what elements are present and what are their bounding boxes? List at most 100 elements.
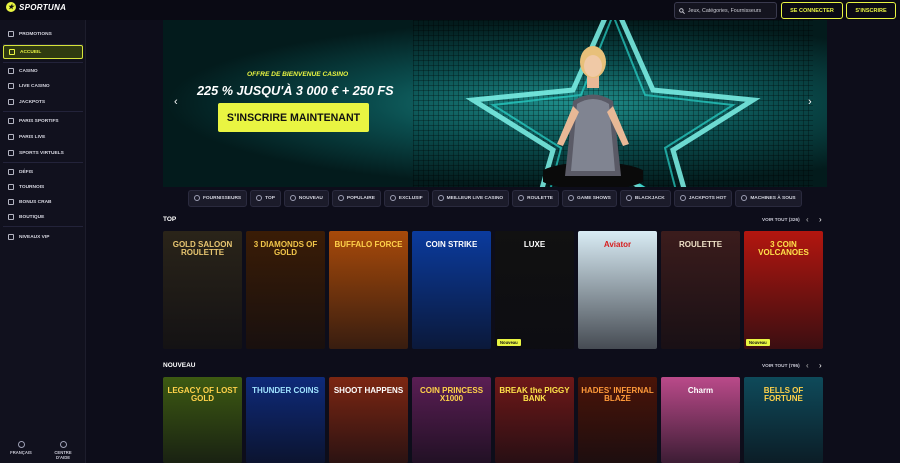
game-title: ROULETTE (678, 240, 723, 249)
diamond-icon (389, 195, 396, 201)
game-card[interactable]: COIN PRINCESS X1000 (412, 377, 491, 463)
tab-fournisseurs[interactable]: FOURNISSEURS (188, 189, 248, 207)
sidebar-item-jackpots[interactable]: JACKPOTS (3, 95, 83, 109)
tab-nouveau[interactable]: NOUVEAU (283, 189, 329, 207)
game-title: Aviator (603, 240, 632, 249)
game-card[interactable]: 3 COIN VOLCANOES Nouveau (744, 231, 823, 349)
sidebar-item-sports-virtuels[interactable]: SPORTS VIRTUELS (3, 146, 83, 160)
category-tabs: FOURNISSEURS TOP NOUVEAU POPULAIRE EXCLU… (163, 186, 827, 210)
banner-subtitle: OFFRE DE BIENVENUE CASINO (247, 71, 349, 78)
tab-meilleur-live-casino[interactable]: MEILLEUR LIVE CASINO (431, 189, 510, 207)
crab-icon (8, 199, 14, 205)
top-icon (256, 195, 263, 201)
login-button[interactable]: SE CONNECTER (781, 2, 843, 19)
cards-icon (625, 195, 632, 201)
sidebar-item-casino[interactable]: CASINO (3, 64, 83, 78)
home-icon (9, 49, 15, 55)
tab-machines-a-sous[interactable]: MACHINES À SOUS (735, 189, 802, 207)
sidebar-item-defis[interactable]: DÉFIS (3, 165, 83, 179)
jackpot-icon (679, 195, 686, 201)
providers-icon (194, 195, 200, 201)
tab-game-shows[interactable]: GAME SHOWS (562, 189, 617, 207)
game-card[interactable]: BUFFALO FORCE (329, 231, 408, 349)
tab-top[interactable]: TOP (250, 189, 281, 207)
sidebar-divider (3, 226, 83, 227)
shop-icon (8, 214, 14, 220)
game-title: LEGACY OF LOST GOLD (167, 386, 238, 404)
gift-icon (8, 31, 14, 37)
tab-roulette[interactable]: ROULETTE (512, 189, 559, 207)
live-bets-icon (8, 134, 14, 140)
game-card[interactable]: 3 DIAMONDS OF GOLD (246, 231, 325, 349)
new-icon (289, 195, 296, 201)
game-card[interactable]: BREAK the PIGGY BANK (495, 377, 574, 463)
scroll-right-icon[interactable]: › (819, 215, 822, 224)
sidebar-item-niveaux-vip[interactable]: NIVEAUX VIP (3, 230, 83, 244)
tab-populaire[interactable]: POPULAIRE (331, 189, 381, 207)
game-card[interactable]: BELLS OF FORTUNE (744, 377, 823, 463)
tab-jackpots-hot[interactable]: JACKPOTS HOT (673, 189, 733, 207)
sidebar-divider (3, 62, 83, 63)
section-top-header: TOP VOIR TOUT (326) ‹ › (163, 215, 827, 228)
sidebar-item-paris-sportifs[interactable]: PARIS SPORTIFS (3, 114, 83, 128)
game-card[interactable]: Aviator (578, 231, 657, 349)
sidebar-item-tournois[interactable]: TOURNOIS (3, 180, 83, 194)
challenge-icon (8, 169, 14, 175)
jackpot-icon (8, 99, 14, 105)
game-card[interactable]: LEGACY OF LOST GOLD (163, 377, 242, 463)
slot-icon (741, 195, 748, 201)
sidebar-item-bonus-crab[interactable]: BONUS CRAB (3, 195, 83, 209)
game-title: THUNDER COINS (252, 386, 319, 395)
logo-icon: ★ (6, 2, 16, 12)
game-card[interactable]: COIN STRIKE (412, 231, 491, 349)
section-title: NOUVEAU (163, 362, 196, 369)
sidebar-item-boutique[interactable]: BOUTIQUE (3, 210, 83, 224)
scroll-left-icon[interactable]: ‹ (806, 215, 809, 224)
live-icon (437, 195, 444, 201)
language-selector[interactable]: FRANÇAIS (6, 441, 36, 455)
signup-button[interactable]: S'INSCRIRE (846, 2, 896, 19)
new-badge: Nouveau (746, 339, 770, 346)
sidebar-item-live-casino[interactable]: LIVE CASINO (3, 79, 83, 93)
sports-icon (8, 118, 14, 124)
view-all-link[interactable]: VOIR TOUT (326) (762, 217, 800, 222)
game-title: COIN STRIKE (425, 240, 478, 249)
help-center-link[interactable]: CENTRE D'AIDE (48, 441, 78, 460)
sidebar-item-accueil[interactable]: ACCUEIL (3, 45, 83, 59)
game-card[interactable]: HADES' INFERNAL BLAZE (578, 377, 657, 463)
game-card[interactable]: Charm (661, 377, 740, 463)
search-box[interactable] (674, 2, 777, 19)
sidebar-item-paris-live[interactable]: PARIS LIVE (3, 130, 83, 144)
game-card[interactable]: GOLD SALOON ROULETTE (163, 231, 242, 349)
scroll-left-icon[interactable]: ‹ (806, 361, 809, 370)
sidebar: PROMOTIONS ACCUEIL CASINO LIVE CASINO JA… (0, 20, 86, 463)
logo[interactable]: ★ SPORTUNA (6, 2, 66, 12)
scroll-right-icon[interactable]: › (819, 361, 822, 370)
sidebar-item-promotions[interactable]: PROMOTIONS (3, 27, 83, 41)
tab-blackjack[interactable]: BLACKJACK (619, 189, 671, 207)
banner-next-icon[interactable]: › (808, 96, 812, 108)
sidebar-divider (3, 111, 83, 112)
game-card[interactable]: SHOOT HAPPENS (329, 377, 408, 463)
view-all-link[interactable]: VOIR TOUT (795) (762, 363, 800, 368)
banner-signup-button[interactable]: S'INSCRIRE MAINTENANT (218, 103, 369, 132)
diamond-icon (8, 234, 14, 240)
banner-model-image (543, 46, 643, 187)
game-title: BUFFALO FORCE (334, 240, 403, 249)
flag-icon (17, 441, 25, 448)
tab-exclusif[interactable]: EXCLUSIF (383, 189, 429, 207)
banner-prev-icon[interactable]: ‹ (174, 96, 178, 108)
roulette-icon (518, 195, 525, 201)
game-card[interactable]: LUXE Nouveau (495, 231, 574, 349)
casino-icon (8, 68, 14, 74)
help-icon (59, 441, 67, 448)
search-input[interactable] (687, 7, 776, 14)
promo-banner[interactable]: OFFRE DE BIENVENUE CASINO 225 % JUSQU'À … (163, 20, 827, 187)
top-games-row: GOLD SALOON ROULETTE 3 DIAMONDS OF GOLD BU… (163, 231, 823, 349)
game-title: LUXE (523, 240, 546, 249)
game-card[interactable]: ROULETTE (661, 231, 740, 349)
trophy-icon (8, 184, 14, 190)
new-games-row: LEGACY OF LOST GOLD THUNDER COINS SHOOT HA… (163, 377, 823, 463)
game-card[interactable]: THUNDER COINS (246, 377, 325, 463)
logo-text: SPORTUNA (19, 2, 67, 12)
